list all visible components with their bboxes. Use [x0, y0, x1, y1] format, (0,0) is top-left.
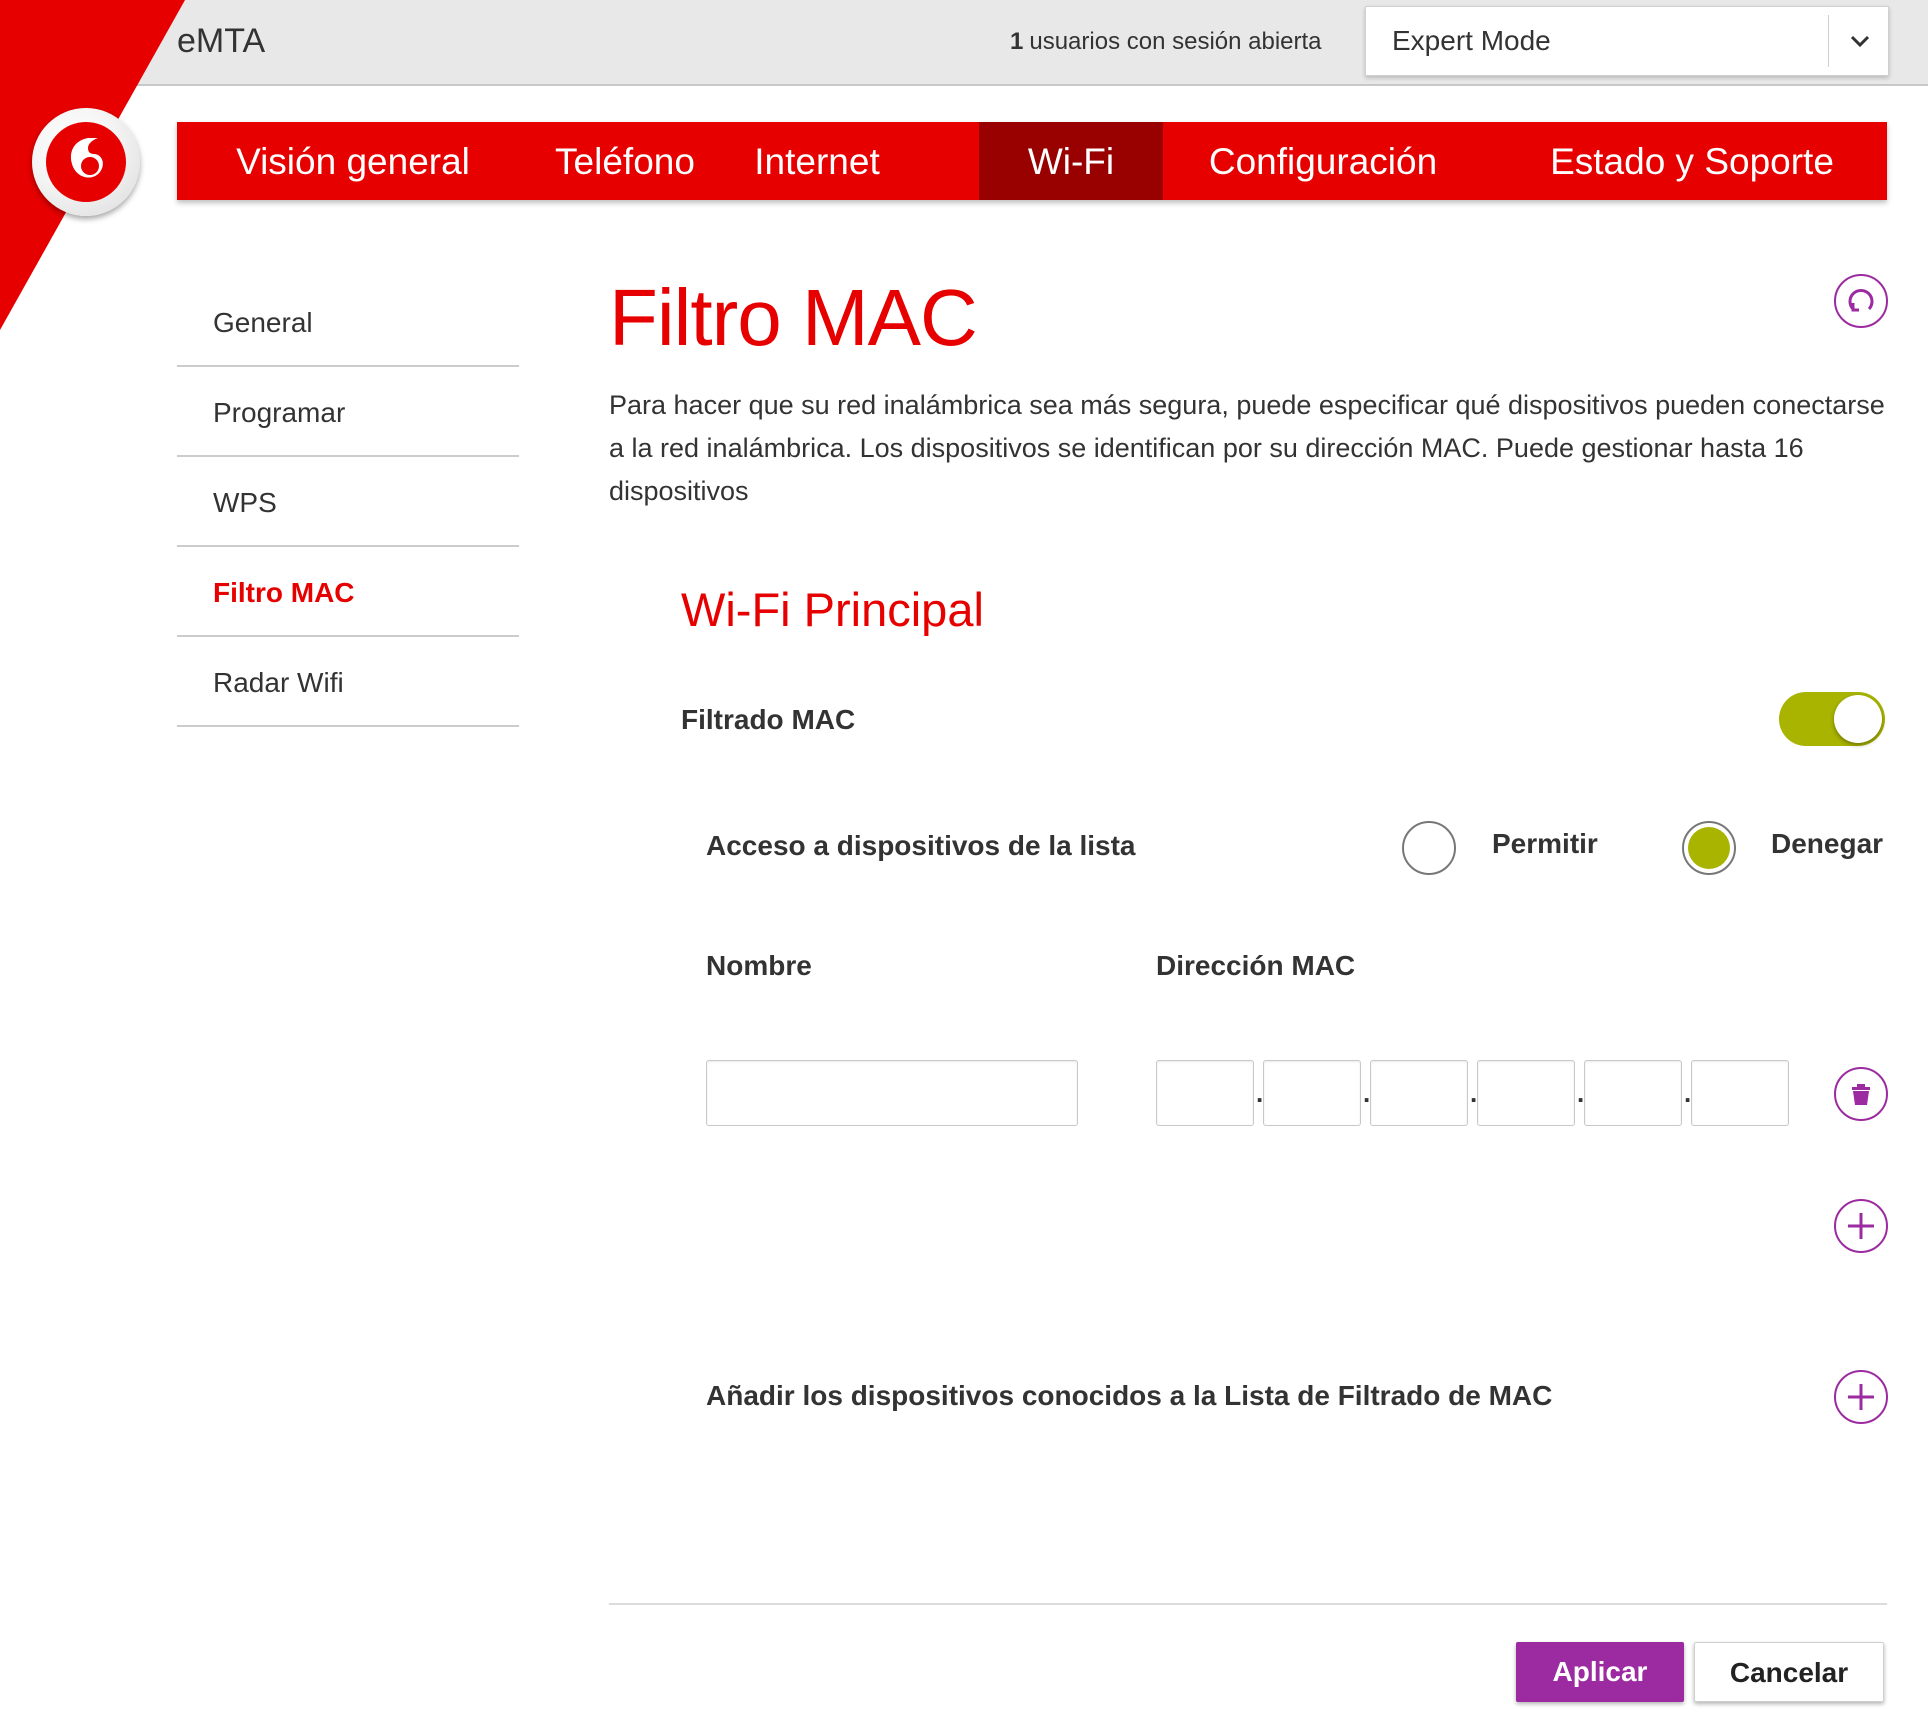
trash-icon	[1852, 1084, 1870, 1105]
radio-denegar-label[interactable]: Denegar	[1771, 828, 1883, 860]
tab-configuracion[interactable]: Configuración	[1173, 122, 1473, 200]
tab-wifi[interactable]: Wi-Fi	[979, 122, 1163, 200]
mac-octet-1-input[interactable]	[1156, 1060, 1254, 1126]
plus-icon	[1848, 1213, 1874, 1239]
sidebar-item-programar[interactable]: Programar	[177, 367, 519, 457]
tab-telefono[interactable]: Teléfono	[529, 122, 721, 200]
page-title: Filtro MAC	[609, 273, 978, 362]
plus-icon	[1848, 1384, 1874, 1410]
tab-vision-general[interactable]: Visión general	[177, 122, 529, 200]
sidebar-item-label: WPS	[213, 487, 277, 518]
mode-select-divider	[1828, 15, 1829, 67]
tab-internet[interactable]: Internet	[721, 122, 913, 200]
add-known-devices-button[interactable]	[1834, 1370, 1888, 1424]
access-label: Acceso a dispositivos de la lista	[706, 830, 1136, 861]
footer-divider	[609, 1603, 1887, 1605]
delete-device-button[interactable]	[1834, 1067, 1888, 1121]
mac-filter-toggle[interactable]	[1779, 692, 1885, 746]
mode-select-value: Expert Mode	[1392, 25, 1551, 56]
sessions-count: 1	[1010, 28, 1024, 55]
page-description: Para hacer que su red inalámbrica sea má…	[609, 390, 1885, 506]
toggle-knob	[1834, 695, 1882, 743]
sidebar-item-label: General	[213, 307, 313, 338]
refresh-icon	[1848, 289, 1874, 312]
tab-estado-soporte[interactable]: Estado y Soporte	[1517, 122, 1867, 200]
sidebar-item-label: Radar Wifi	[213, 667, 344, 698]
known-devices-label: Añadir los dispositivos conocidos a la L…	[706, 1380, 1553, 1411]
mac-filter-label: Filtrado MAC	[681, 704, 856, 735]
mac-octet-2-input[interactable]	[1263, 1060, 1361, 1126]
mac-octet-5-input[interactable]	[1584, 1060, 1682, 1126]
sessions-info: 1 usuarios con sesión abierta	[1010, 28, 1322, 56]
mac-octet-4-input[interactable]	[1477, 1060, 1575, 1126]
radio-permitir-label[interactable]: Permitir	[1492, 828, 1598, 860]
sidebar-item-radar-wifi[interactable]: Radar Wifi	[177, 637, 519, 727]
radio-denegar[interactable]	[1682, 821, 1736, 875]
column-mac-header: Dirección MAC	[1156, 950, 1356, 981]
add-device-button[interactable]	[1834, 1199, 1888, 1253]
device-name-input[interactable]	[706, 1060, 1078, 1126]
cancel-button[interactable]: Cancelar	[1694, 1642, 1884, 1702]
section-title: Wi-Fi Principal	[681, 583, 984, 636]
sessions-text: usuarios con sesión abierta	[1029, 28, 1322, 55]
mac-octet-3-input[interactable]	[1370, 1060, 1468, 1126]
mac-octet-6-input[interactable]	[1691, 1060, 1789, 1126]
mode-select[interactable]: Expert Mode	[1365, 6, 1889, 76]
sidebar-item-filtro-mac[interactable]: Filtro MAC	[177, 547, 519, 637]
refresh-button[interactable]	[1834, 274, 1888, 328]
radio-selected-dot	[1688, 827, 1730, 869]
main-nav: Visión general Teléfono Internet Wi-Fi C…	[177, 122, 1887, 200]
sidebar-item-general[interactable]: General	[177, 277, 519, 367]
app-title: eMTA	[177, 22, 266, 60]
sidebar-item-label: Programar	[213, 397, 346, 428]
sidebar-item-wps[interactable]: WPS	[177, 457, 519, 547]
chevron-down-icon[interactable]	[1848, 29, 1872, 58]
vodafone-logo[interactable]	[32, 108, 140, 216]
radio-permitir[interactable]	[1402, 821, 1456, 875]
sidebar-item-label: Filtro MAC	[213, 577, 355, 608]
apply-button[interactable]: Aplicar	[1516, 1642, 1684, 1702]
column-name-header: Nombre	[706, 950, 812, 981]
